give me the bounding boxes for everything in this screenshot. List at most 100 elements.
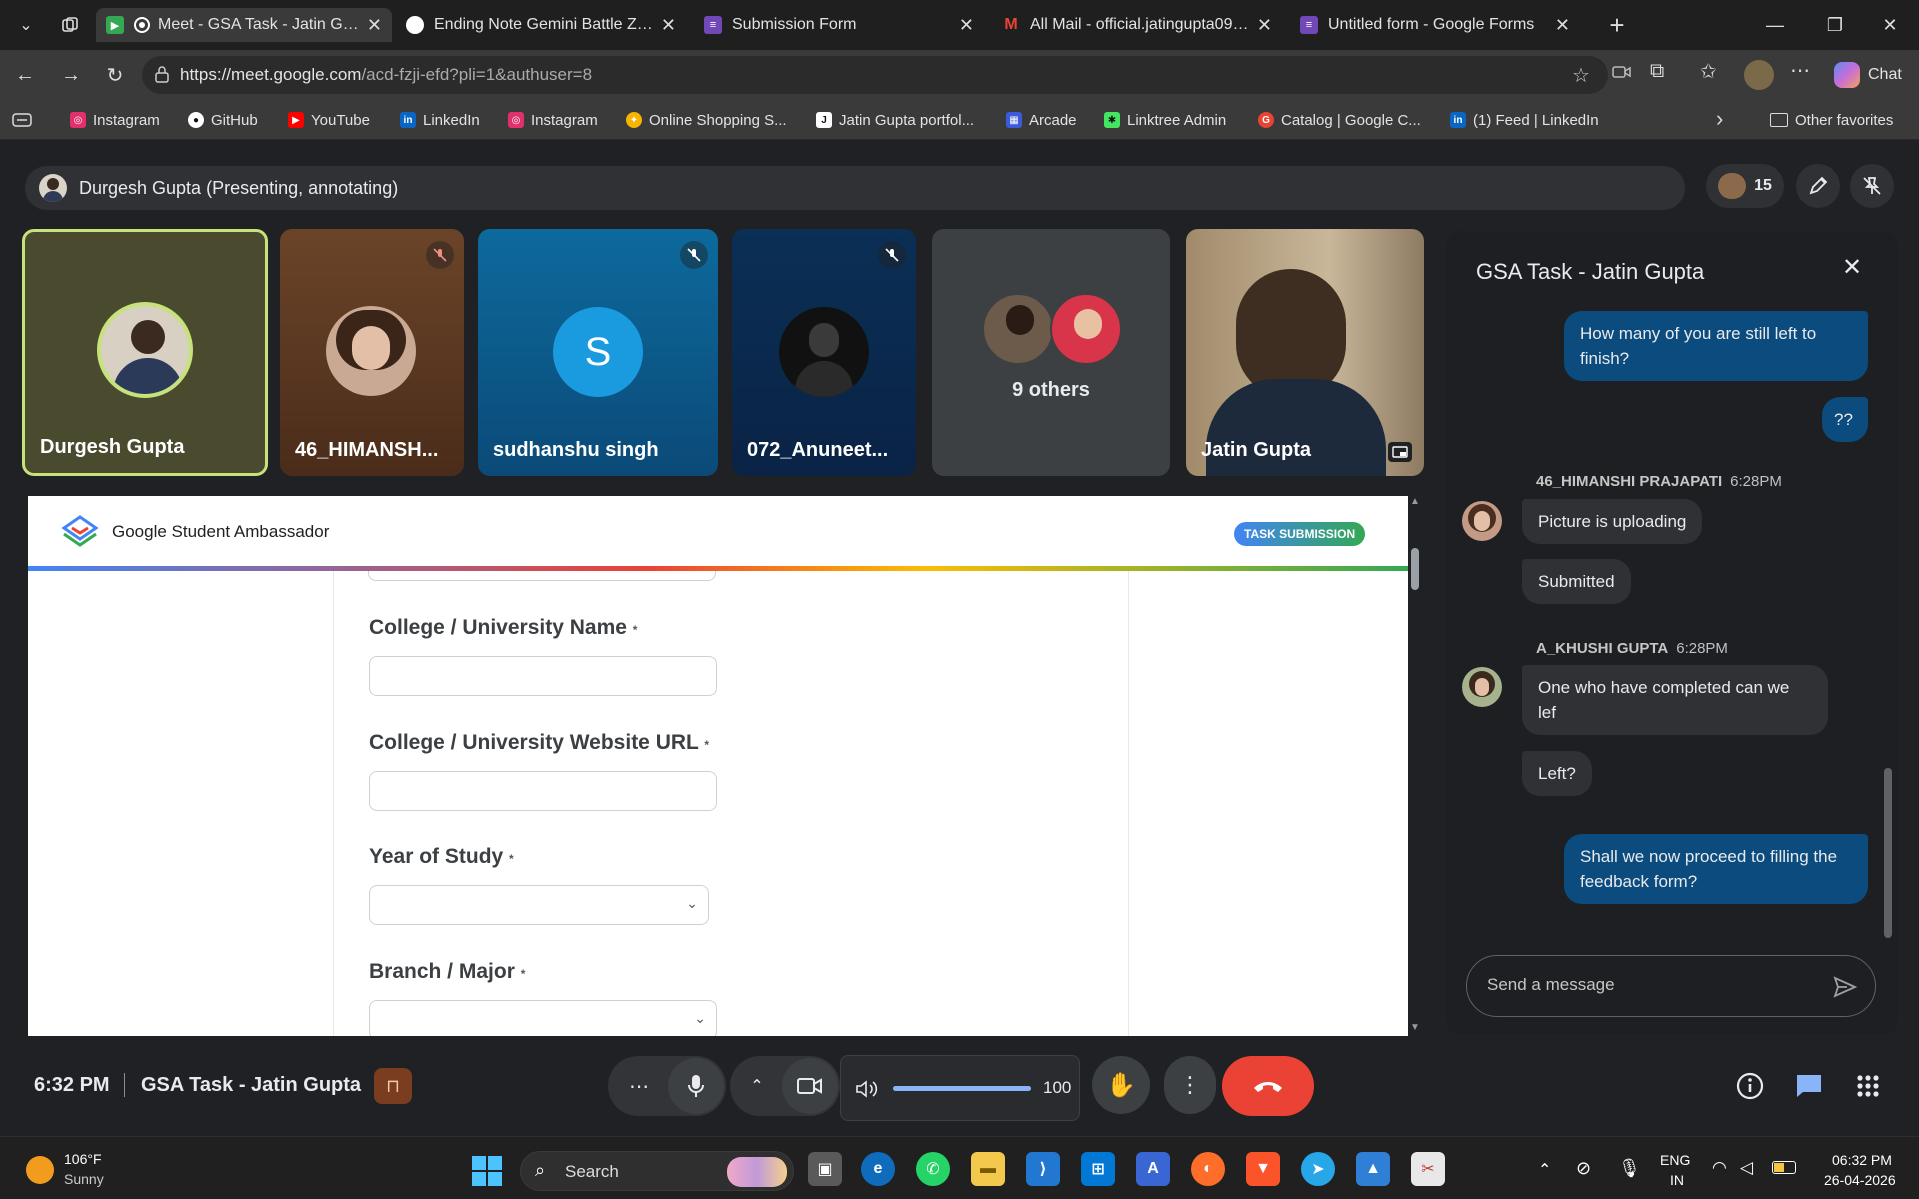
- chat-toggle-button[interactable]: [1794, 1072, 1824, 1103]
- language-bottom[interactable]: IN: [1670, 1172, 1684, 1188]
- prev-field-input[interactable]: [368, 571, 716, 581]
- favorite-star-icon[interactable]: ☆: [1572, 63, 1590, 88]
- whatsapp-icon[interactable]: ✆: [916, 1152, 950, 1186]
- photos-app-icon[interactable]: ▲: [1356, 1152, 1390, 1186]
- video-icon[interactable]: [1612, 64, 1632, 83]
- year-of-study-select[interactable]: ⌄: [369, 885, 709, 925]
- restore-icon[interactable]: ❐: [1815, 10, 1855, 40]
- wifi-icon[interactable]: ◠: [1712, 1158, 1727, 1178]
- start-button[interactable]: [472, 1156, 502, 1189]
- site-info-lock-icon[interactable]: [154, 65, 170, 86]
- branch-select[interactable]: ⌄: [369, 1000, 717, 1036]
- college-url-input[interactable]: [369, 771, 717, 811]
- brave-browser-icon[interactable]: ▼: [1246, 1152, 1280, 1186]
- close-tab-icon[interactable]: ✕: [367, 15, 382, 36]
- tab-submission-form[interactable]: ≡ Submission Form ✕: [694, 8, 984, 42]
- snipping-tool-icon[interactable]: ✂: [1411, 1152, 1445, 1186]
- camera-options-chevron-icon[interactable]: ⌃: [732, 1076, 782, 1096]
- scroll-up-arrow-icon[interactable]: ▲: [1410, 496, 1420, 507]
- language-top[interactable]: ENG: [1660, 1152, 1690, 1168]
- scroll-down-arrow-icon[interactable]: ▼: [1410, 1022, 1420, 1033]
- participant-tile-anuneet[interactable]: 072_Anuneet...: [732, 229, 916, 476]
- vscode-icon[interactable]: ⟩: [1026, 1152, 1060, 1186]
- taskbar-search[interactable]: ⌕ Search: [520, 1151, 794, 1191]
- bookmark-instagram-2[interactable]: ◎ Instagram: [508, 108, 598, 132]
- azure-app-icon[interactable]: A: [1136, 1152, 1170, 1186]
- edge-browser-icon[interactable]: e: [861, 1152, 895, 1186]
- participant-tile-jatin[interactable]: Jatin Gupta: [1186, 229, 1424, 476]
- more-audio-options-icon[interactable]: ⋯: [610, 1074, 668, 1099]
- tray-microphone-icon[interactable]: 🎙: [1618, 1158, 1641, 1179]
- file-explorer-icon[interactable]: ▬: [971, 1152, 1005, 1186]
- leave-call-button[interactable]: [1222, 1056, 1314, 1116]
- bookmark-linkedin-feed[interactable]: in (1) Feed | LinkedIn: [1450, 108, 1599, 132]
- raise-hand-button[interactable]: ✋: [1092, 1056, 1150, 1114]
- battery-icon[interactable]: [1772, 1161, 1796, 1174]
- tab-actions-chevron-icon[interactable]: ⌄: [10, 10, 42, 40]
- favorites-icon[interactable]: ✩: [1700, 59, 1717, 84]
- copilot-button[interactable]: Chat: [1834, 60, 1902, 90]
- task-view-icon[interactable]: ▣: [808, 1152, 842, 1186]
- network-off-icon[interactable]: ⊘: [1576, 1158, 1591, 1179]
- speaker-icon[interactable]: [855, 1079, 879, 1099]
- picture-in-picture-icon[interactable]: [1388, 442, 1412, 462]
- tab-gemini-battle[interactable]: Ending Note Gemini Battle Zone ✕: [396, 8, 686, 42]
- bookmark-github[interactable]: ● GitHub: [188, 108, 258, 132]
- tab-gmail[interactable]: M All Mail - official.jatingupta09@gm ✕: [992, 8, 1282, 42]
- close-tab-icon[interactable]: ✕: [1555, 15, 1570, 36]
- screen-scrollbar[interactable]: ▲ ▼: [1408, 496, 1422, 1036]
- tab-untitled-form[interactable]: ≡ Untitled form - Google Forms ✕: [1290, 8, 1580, 42]
- close-tab-icon[interactable]: ✕: [661, 15, 676, 36]
- more-menu-icon[interactable]: ⋯: [1790, 58, 1810, 83]
- annotate-button[interactable]: [1796, 164, 1840, 208]
- participant-tile-durgesh[interactable]: Durgesh Gupta: [22, 229, 268, 476]
- participant-tile-sudhanshu[interactable]: S sudhanshu singh: [478, 229, 718, 476]
- weather-sun-icon[interactable]: [26, 1156, 54, 1184]
- participant-tile-himanshi[interactable]: 46_HIMANSH...: [280, 229, 464, 476]
- close-tab-icon[interactable]: ✕: [1257, 15, 1272, 36]
- microsoft-store-icon[interactable]: ⊞: [1081, 1152, 1115, 1186]
- more-options-button[interactable]: ⋮: [1164, 1056, 1216, 1114]
- scrollbar-thumb[interactable]: [1411, 548, 1419, 590]
- close-chat-icon[interactable]: ✕: [1842, 253, 1862, 282]
- bookmark-online-shopping[interactable]: ✦ Online Shopping S...: [626, 108, 787, 132]
- bookmark-youtube[interactable]: ▶ YouTube: [288, 108, 370, 132]
- forward-arrow-icon[interactable]: →: [58, 62, 84, 88]
- telegram-icon[interactable]: ➤: [1301, 1152, 1335, 1186]
- clock-date[interactable]: 26-04-2026: [1824, 1172, 1896, 1188]
- activities-button[interactable]: [1856, 1074, 1880, 1101]
- message-input[interactable]: Send a message: [1466, 955, 1876, 1017]
- send-icon[interactable]: [1833, 976, 1857, 998]
- unpin-button[interactable]: [1850, 164, 1894, 208]
- url-bar[interactable]: https://meet.google.com/acd-fzji-efd?pli…: [142, 56, 1608, 94]
- bookmark-linkedin[interactable]: in LinkedIn: [400, 108, 480, 132]
- close-window-icon[interactable]: ✕: [1870, 10, 1910, 40]
- profile-avatar[interactable]: [1744, 60, 1774, 90]
- bookmark-linktree[interactable]: ✱ Linktree Admin: [1104, 108, 1226, 132]
- clock-time[interactable]: 06:32 PM: [1832, 1152, 1892, 1168]
- workspaces-icon[interactable]: [54, 10, 86, 40]
- back-arrow-icon[interactable]: ←: [12, 62, 38, 88]
- volume-slider[interactable]: [893, 1086, 1031, 1091]
- close-tab-icon[interactable]: ✕: [959, 15, 974, 36]
- new-tab-plus-icon[interactable]: +: [1600, 10, 1634, 40]
- show-hidden-icons-chevron-icon[interactable]: ⌃: [1538, 1160, 1551, 1180]
- firefox-icon[interactable]: ◐: [1191, 1152, 1225, 1186]
- other-favorites[interactable]: Other favorites: [1770, 108, 1893, 132]
- minimize-icon[interactable]: —: [1755, 10, 1795, 40]
- volume-icon[interactable]: ◁: [1740, 1158, 1753, 1178]
- more-bookmarks-chevron-icon[interactable]: ›: [1716, 106, 1723, 132]
- reload-icon[interactable]: ↻: [102, 62, 128, 88]
- bookmark-catalog[interactable]: G Catalog | Google C...: [1258, 108, 1421, 132]
- host-controls-icon[interactable]: ⊓: [374, 1068, 412, 1104]
- microphone-button[interactable]: [668, 1058, 724, 1114]
- camera-button[interactable]: [782, 1058, 838, 1114]
- chat-scrollbar-thumb[interactable]: [1884, 768, 1892, 938]
- participants-button[interactable]: 15: [1706, 164, 1784, 208]
- bookmark-instagram[interactable]: ◎ Instagram: [70, 108, 160, 132]
- bookmark-portfolio[interactable]: J Jatin Gupta portfol...: [816, 108, 974, 132]
- meeting-info-button[interactable]: [1736, 1072, 1764, 1103]
- extensions-puzzle-icon[interactable]: ⧉: [1650, 60, 1664, 83]
- reading-list-icon[interactable]: [12, 112, 32, 131]
- college-name-input[interactable]: [369, 656, 717, 696]
